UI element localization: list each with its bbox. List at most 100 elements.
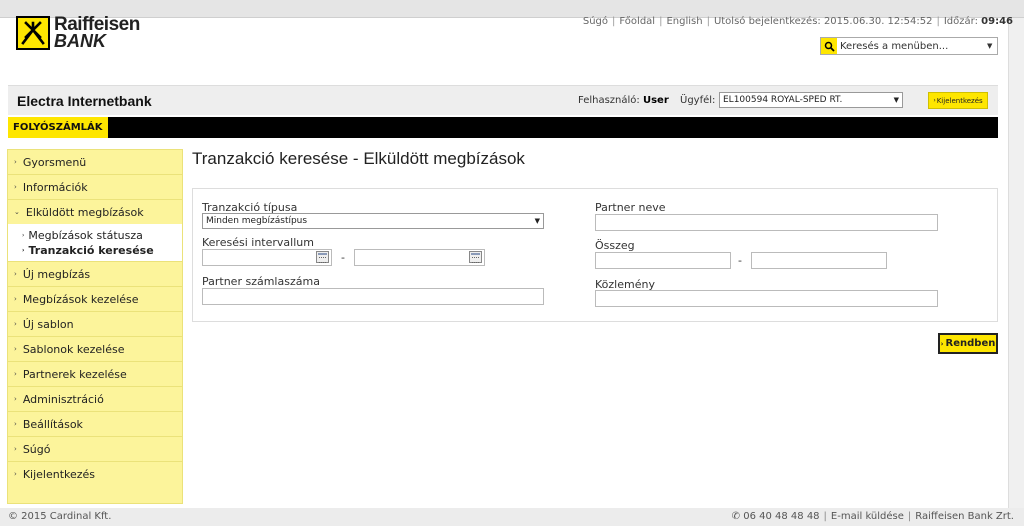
timeout-value: 09:46 bbox=[981, 16, 1013, 27]
chevron-down-icon: ⌄ bbox=[14, 208, 20, 216]
email-link[interactable]: E-mail küldése bbox=[831, 511, 904, 522]
raiffeisen-emblem-icon bbox=[16, 16, 50, 50]
sidebar-item-label: Információk bbox=[22, 180, 88, 194]
menu-search-text: Keresés a menüben... bbox=[840, 40, 949, 52]
chevron-down-icon: ▼ bbox=[534, 217, 540, 225]
chevron-right-icon: › bbox=[14, 420, 17, 428]
search-icon bbox=[821, 38, 837, 54]
chevron-right-icon: › bbox=[14, 320, 17, 328]
chevron-right-icon: › bbox=[14, 445, 17, 453]
sidebar-item-label: Elküldött megbízások bbox=[25, 205, 144, 219]
sidebar-item-label: Kijelentkezés bbox=[22, 467, 96, 481]
sidebar-bottom bbox=[7, 486, 183, 504]
sidebar-item-elkuldott[interactable]: ⌄ Elküldött megbízások bbox=[7, 199, 183, 224]
last-login: Utolsó bejelentkezés: 2015.06.30. 12:54:… bbox=[713, 16, 933, 27]
home-link[interactable]: Főoldal bbox=[619, 16, 655, 27]
sidebar-item-label: Sablonok kezelése bbox=[22, 342, 125, 356]
chevron-right-icon: › bbox=[14, 470, 17, 478]
amount-range-dash: - bbox=[738, 254, 742, 267]
chevron-right-icon: › bbox=[22, 247, 25, 254]
chevron-right-icon: › bbox=[14, 270, 17, 278]
tx-type-value: Minden megbízástípus bbox=[206, 216, 308, 226]
scrollbar[interactable] bbox=[1008, 18, 1024, 508]
header-bar: Electra Internetbank Felhasználó: User Ü… bbox=[8, 85, 998, 115]
chevron-right-icon: › bbox=[14, 395, 17, 403]
top-links: Súgó | Főoldal | English | Utolsó bejelentkezé… bbox=[582, 16, 1013, 27]
user-value: User bbox=[642, 95, 669, 106]
timeout-label: Időzár: bbox=[943, 16, 978, 27]
sidebar-subitem-label: Tranzakció keresése bbox=[28, 244, 154, 257]
nav-bar: FOLYÓSZÁMLÁK bbox=[8, 117, 998, 138]
sidebar-submenu: › Megbízások státusza › Tranzakció keresés… bbox=[7, 224, 183, 261]
chevron-right-icon: › bbox=[14, 158, 17, 166]
company-name: Raiffeisen Bank Zrt. bbox=[915, 511, 1014, 522]
sidebar: › Gyorsmenü › Információk ⌄ Elküldött megbí… bbox=[7, 149, 183, 504]
amount-to-field[interactable] bbox=[751, 252, 887, 269]
calendar-icon[interactable] bbox=[469, 251, 482, 263]
logout-button[interactable]: › Kijelentkezés bbox=[928, 92, 988, 109]
user-info: Felhasználó: User bbox=[578, 95, 669, 106]
ok-label: Rendben bbox=[945, 338, 996, 349]
chevron-right-icon: › bbox=[14, 370, 17, 378]
chevron-right-icon: › bbox=[14, 295, 17, 303]
tx-type-select[interactable]: Minden megbízástípus ▼ bbox=[202, 213, 544, 229]
date-from-field[interactable] bbox=[202, 249, 332, 266]
user-label: Felhasználó: bbox=[578, 95, 640, 106]
calendar-icon[interactable] bbox=[316, 251, 329, 263]
sidebar-item-sablonok-kezelese[interactable]: › Sablonok kezelése bbox=[7, 336, 183, 361]
interval-label: Keresési intervallum bbox=[202, 236, 314, 249]
sidebar-item-label: Beállítások bbox=[22, 417, 83, 431]
brand-subname: BANK bbox=[54, 31, 106, 51]
sidebar-item-gyorsmenu[interactable]: › Gyorsmenü bbox=[7, 149, 183, 174]
sidebar-subitem-label: Megbízások státusza bbox=[28, 229, 143, 242]
chevron-right-icon: › bbox=[14, 183, 17, 191]
amount-from-field[interactable] bbox=[595, 252, 731, 269]
sidebar-subitem-statusz[interactable]: › Megbízások státusza bbox=[22, 228, 182, 243]
sidebar-item-label: Új sablon bbox=[22, 317, 74, 331]
amount-label: Összeg bbox=[595, 239, 635, 252]
sidebar-item-label: Gyorsmenü bbox=[22, 155, 87, 169]
comment-field[interactable] bbox=[595, 290, 938, 307]
search-form: Tranzakció típusa Minden megbízástípus ▼ … bbox=[192, 188, 998, 322]
chevron-right-icon: › bbox=[940, 339, 944, 348]
tab-folyoszamlak[interactable]: FOLYÓSZÁMLÁK bbox=[8, 117, 108, 138]
sidebar-item-sugo[interactable]: › Súgó bbox=[7, 436, 183, 461]
sidebar-item-label: Partnerek kezelése bbox=[22, 367, 127, 381]
sidebar-item-informaciok[interactable]: › Információk bbox=[7, 174, 183, 199]
date-range-dash: - bbox=[341, 251, 345, 264]
chevron-down-icon: ▼ bbox=[893, 96, 899, 104]
sidebar-subitem-kereses[interactable]: › Tranzakció keresése bbox=[22, 243, 182, 258]
chevron-right-icon: › bbox=[933, 97, 936, 104]
sidebar-item-label: Adminisztráció bbox=[22, 392, 104, 406]
sidebar-item-beallitasok[interactable]: › Beállítások bbox=[7, 411, 183, 436]
logout-label: Kijelentkezés bbox=[936, 96, 983, 105]
sidebar-item-label: Megbízások kezelése bbox=[22, 292, 139, 306]
partner-name-field[interactable] bbox=[595, 214, 938, 231]
app-title: Electra Internetbank bbox=[17, 93, 152, 109]
page-title: Tranzakció keresése - Elküldött megbízás… bbox=[192, 149, 525, 168]
menu-search-select[interactable]: Keresés a menüben... ▼ bbox=[820, 37, 998, 55]
sidebar-item-megbizasok-kezelese[interactable]: › Megbízások kezelése bbox=[7, 286, 183, 311]
ok-button[interactable]: › Rendben bbox=[938, 333, 998, 354]
partner-account-field[interactable] bbox=[202, 288, 544, 305]
client-label: Ügyfél: bbox=[680, 95, 716, 106]
help-link[interactable]: Súgó bbox=[583, 16, 608, 27]
client-select[interactable]: EL100594 ROYAL-SPED RT. ▼ bbox=[719, 92, 903, 108]
sidebar-item-label: Új megbízás bbox=[22, 267, 91, 281]
raiffeisen-logo[interactable]: Raiffeisen BANK bbox=[16, 15, 140, 51]
phone-number: 06 40 48 48 48 bbox=[743, 511, 820, 522]
footer-links: ✆ 06 40 48 48 48 | E-mail küldése | Raiffeis… bbox=[731, 511, 1014, 522]
sidebar-item-uj-megbizas[interactable]: › Új megbízás bbox=[7, 261, 183, 286]
english-link[interactable]: English bbox=[666, 16, 702, 27]
chevron-down-icon: ▼ bbox=[987, 42, 993, 50]
sidebar-item-adminisztracio[interactable]: › Adminisztráció bbox=[7, 386, 183, 411]
sidebar-item-kijelentkezes[interactable]: › Kijelentkezés bbox=[7, 461, 183, 486]
client-value: EL100594 ROYAL-SPED RT. bbox=[723, 95, 843, 105]
sidebar-item-uj-sablon[interactable]: › Új sablon bbox=[7, 311, 183, 336]
partner-account-label: Partner számlaszáma bbox=[202, 275, 320, 288]
phone-icon: ✆ bbox=[731, 511, 741, 522]
sidebar-item-partnerek-kezelese[interactable]: › Partnerek kezelése bbox=[7, 361, 183, 386]
copyright: © 2015 Cardinal Kft. bbox=[8, 511, 112, 522]
date-to-field[interactable] bbox=[354, 249, 485, 266]
sidebar-item-label: Súgó bbox=[22, 442, 51, 456]
